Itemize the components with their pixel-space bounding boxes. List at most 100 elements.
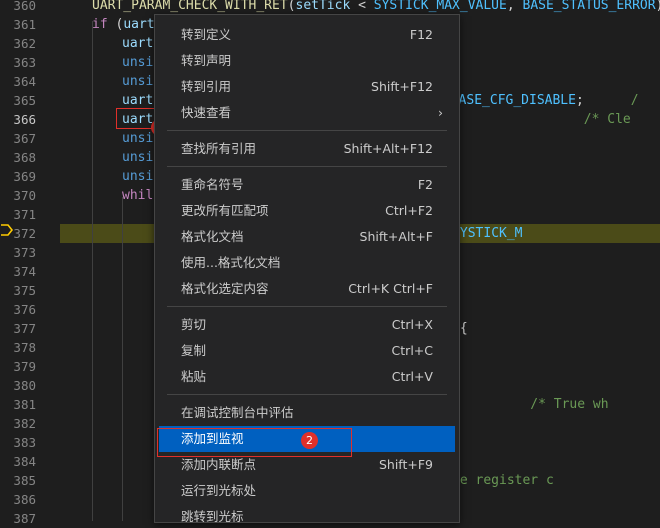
menu-item-label: 转到定义 [181,27,232,42]
menu-item-label: 粘贴 [181,369,207,384]
code-token: < [350,0,374,13]
menu-item-8[interactable]: 更改所有匹配项 Ctrl+F2 [159,198,455,224]
code-text: whil [122,186,153,205]
line-number: 362 [13,36,36,51]
menu-item-label: 跳转到光标 [181,509,244,523]
line-number: 376 [13,302,36,317]
code-token: ( [107,17,124,32]
line-number: 387 [13,511,36,526]
code-token: / [630,93,639,108]
menu-item-15[interactable]: 粘贴 Ctrl+V [159,364,455,390]
line-number: 371 [13,207,36,222]
line-number: 377 [13,321,36,336]
menu-item-shortcut: Shift+Alt+F12 [343,141,433,156]
line-number: 386 [13,492,36,507]
code-token: BASE_CFG_DISABLE [450,93,576,108]
line-number: 383 [13,435,36,450]
line-number: 364 [13,74,36,89]
code-text: if (uartH [92,15,162,34]
line-number: 374 [13,264,36,279]
menu-item-shortcut: Ctrl+V [391,369,433,384]
line-number: 366 [13,112,36,127]
menu-item-shortcut: Ctrl+F2 [385,203,433,218]
menu-item-9[interactable]: 格式化文档 Shift+Alt+F [159,224,455,250]
menu-separator [167,306,447,307]
menu-item-label: 快速查看 [181,105,232,120]
code-token: whil [122,188,154,203]
code-token: /* Cle [583,112,631,127]
line-number: 363 [13,55,36,70]
menu-item-20[interactable]: 运行到光标处 [159,478,455,504]
menu-item-shortcut: Ctrl+C [391,343,433,358]
menu-item-label: 运行到光标处 [181,483,257,498]
code-token: setTick [295,0,351,13]
line-number: 385 [13,473,36,488]
menu-item-shortcut: Shift+F9 [378,457,433,472]
code-token: BASE_STATUS_ERROR [522,0,656,13]
menu-item-label: 查找所有引用 [181,141,257,156]
line-number: 367 [13,131,36,146]
line-number: 379 [13,359,36,374]
line-number: 375 [13,283,36,298]
menu-item-label: 在调试控制台中评估 [181,405,294,420]
menu-item-label: 更改所有匹配项 [181,203,269,218]
menu-item-shortcut: Ctrl+K Ctrl+F [348,281,433,296]
menu-item-0[interactable]: 转到定义 F12 [159,22,455,48]
menu-item-11[interactable]: 格式化选定内容 Ctrl+K Ctrl+F [159,276,455,302]
menu-item-shortcut: Ctrl+X [391,317,433,332]
line-number: 369 [13,169,36,184]
code-token: ; [575,93,631,108]
line-number: 368 [13,150,36,165]
indent-guide [122,197,123,521]
line-number: 361 [13,17,36,32]
menu-item-14[interactable]: 复制 Ctrl+C [159,338,455,364]
debug-current-line-icon [1,224,14,236]
menu-item-21[interactable]: 跳转到光标 [159,504,455,523]
menu-separator [167,130,447,131]
menu-item-label: 转到声明 [181,53,232,68]
chevron-right-icon: › [438,105,443,120]
menu-item-shortcut: Shift+F12 [371,79,433,94]
menu-item-shortcut: Shift+Alt+F [359,229,433,244]
code-token: , [506,0,523,13]
menu-item-label: 转到引用 [181,79,232,94]
annotation-box-2 [157,428,352,457]
menu-item-label: 格式化选定内容 [181,281,269,296]
menu-item-shortcut: F2 [417,177,433,192]
menu-item-label: 格式化文档 [181,229,244,244]
menu-item-label: 剪切 [181,317,207,332]
code-token: SYSTICK_MAX_VALUE [373,0,507,13]
line-number: 360 [13,0,36,13]
code-token: UART_PARAM_CHECK_WITH_RET [92,0,288,13]
menu-item-label: 复制 [181,343,207,358]
line-number: 380 [13,378,36,393]
line-number: 365 [13,93,36,108]
menu-item-17[interactable]: 在调试控制台中评估 [159,400,455,426]
line-number: 370 [13,188,36,203]
menu-item-shortcut: F12 [409,27,433,42]
menu-item-label: 重命名符号 [181,177,244,192]
annotation-badge-2: 2 [301,432,318,449]
code-line-360[interactable]: 360 UART_PARAM_CHECK_WITH_RET(setTick < S… [0,0,660,15]
line-number: 378 [13,340,36,355]
menu-item-1[interactable]: 转到声明 [159,48,455,74]
menu-item-5[interactable]: 查找所有引用 Shift+Alt+F12 [159,136,455,162]
menu-item-13[interactable]: 剪切 Ctrl+X [159,312,455,338]
menu-separator [167,166,447,167]
code-token: ( [287,0,296,13]
menu-item-10[interactable]: 使用...格式化文档 [159,250,455,276]
menu-item-2[interactable]: 转到引用 Shift+F12 [159,74,455,100]
code-token: ); [656,0,660,13]
code-token: if [92,17,108,32]
line-number: 384 [13,454,36,469]
code-token: SYSTICK_M [452,226,523,241]
menu-item-3[interactable]: 快速查看 › [159,100,455,126]
menu-separator [167,394,447,395]
line-number: 373 [13,245,36,260]
menu-item-label: 使用...格式化文档 [181,255,281,270]
menu-item-7[interactable]: 重命名符号 F2 [159,172,455,198]
code-text: UART_PARAM_CHECK_WITH_RET(setTick < SYST… [92,0,660,15]
line-number: 381 [13,397,36,412]
line-number: 382 [13,416,36,431]
indent-guide [92,21,93,521]
